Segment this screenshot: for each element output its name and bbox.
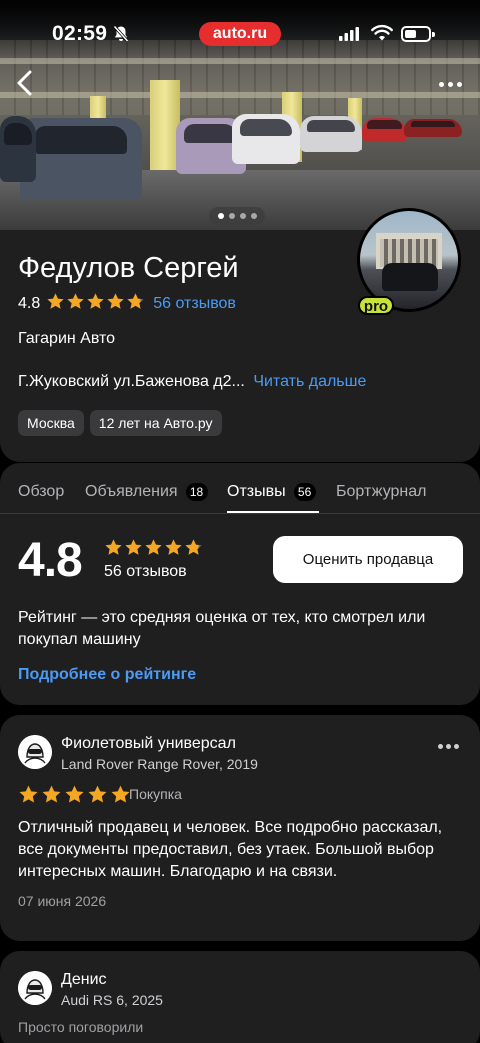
bell-off-icon — [113, 25, 129, 48]
star-icon — [124, 538, 143, 562]
review-author: Фиолетовый универсал — [61, 735, 236, 752]
tab-overview[interactable]: Обзор — [18, 483, 64, 501]
review-card: Фиолетовый универсал Land Rover Range Ro… — [0, 715, 480, 941]
tab-reviews[interactable]: Отзывы 56 — [227, 483, 316, 501]
ceiling-beam — [0, 92, 480, 98]
gallery-pager — [209, 207, 265, 225]
reviews-count: 56 отзывов — [104, 563, 187, 580]
more-icon — [438, 743, 443, 749]
address-text: Г.Жуковский ул.Баженова д2... — [18, 373, 245, 390]
seller-rating-value: 4.8 — [18, 295, 41, 312]
star-icon — [64, 784, 85, 810]
signal-icon — [339, 27, 359, 46]
car-image — [362, 118, 407, 142]
more-icon — [456, 81, 462, 87]
more-icon — [438, 81, 444, 87]
review-car: Land Rover Range Rover, 2019 — [61, 756, 258, 772]
gallery-dot — [217, 213, 224, 219]
more-icon — [446, 743, 451, 749]
rate-seller-button[interactable]: Оценить продавца — [273, 536, 463, 583]
more-button[interactable] — [432, 72, 468, 96]
battery-level — [405, 30, 416, 38]
car-image — [404, 119, 462, 137]
reviews-summary-card: Обзор Объявления 18 Отзывы 56 Бортжурнал… — [0, 463, 480, 705]
rating-description: Рейтинг — это средняя оценка от тех, кто… — [18, 609, 426, 648]
reviews-link[interactable]: 56 отзывов — [153, 295, 236, 313]
tab-count: 18 — [185, 483, 208, 501]
rating-info-link[interactable]: Подробнее о рейтинге — [18, 666, 196, 684]
review-stars — [18, 784, 131, 810]
star-icon — [18, 784, 39, 810]
star-icon — [87, 784, 108, 810]
overall-rating: 4.8 — [18, 534, 83, 587]
review-date: 07 июня 2026 — [18, 893, 107, 909]
review-more-button[interactable] — [438, 741, 462, 751]
seller-chips: Москва 12 лет на Авто.ру — [18, 410, 222, 436]
tab-logbook[interactable]: Бортжурнал — [336, 483, 426, 501]
active-tab-indicator — [227, 511, 319, 513]
tab-label: Отзывы — [227, 483, 286, 500]
gallery-dot — [239, 213, 246, 219]
reviewer-avatar-icon — [18, 735, 52, 769]
tab-listings[interactable]: Объявления 18 — [85, 483, 208, 501]
car-image — [232, 114, 300, 164]
star-icon — [106, 292, 125, 316]
car-image — [0, 116, 36, 182]
seller-name: Федулов Сергей — [18, 252, 239, 284]
battery-icon — [401, 26, 435, 42]
seller-rating: 4.8 56 отзывов — [18, 292, 236, 316]
rating-stars — [104, 538, 203, 562]
address: Г.Жуковский ул.Баженова д2... Читать дал… — [18, 373, 366, 391]
chip-years: 12 лет на Авто.ру — [89, 410, 222, 436]
auto-ru-logo: auto.ru — [199, 22, 281, 46]
chip-city: Москва — [18, 410, 84, 436]
star-icon — [164, 538, 183, 562]
review-status: Просто поговорили — [18, 1019, 144, 1035]
more-icon — [454, 743, 459, 749]
reviewer-avatar-icon — [18, 971, 52, 1005]
gallery-dot — [250, 213, 257, 219]
star-icon — [86, 292, 105, 316]
pro-badge: pro — [358, 296, 394, 315]
gallery-dot — [228, 213, 235, 219]
avatar-image — [360, 211, 458, 309]
company-name: Гагарин Авто — [18, 330, 116, 347]
wifi-icon — [371, 24, 393, 46]
star-icon — [144, 538, 163, 562]
review-author: Денис — [61, 971, 107, 988]
tab-label: Бортжурнал — [336, 483, 427, 500]
star-icon — [126, 292, 145, 316]
tab-label: Объявления — [85, 483, 178, 500]
tab-bar: Обзор Объявления 18 Отзывы 56 Бортжурнал — [0, 463, 480, 514]
review-tag: Покупка — [129, 786, 182, 802]
hero-gallery[interactable]: 02:59 auto.ru — [0, 0, 480, 232]
car-image — [300, 116, 362, 152]
read-more-link[interactable]: Читать дальше — [253, 373, 366, 390]
star-icon — [104, 538, 123, 562]
rating-stars — [46, 292, 145, 316]
avatar-car — [382, 263, 438, 291]
review-card: Денис Audi RS 6, 2025 Просто поговорили — [0, 951, 480, 1043]
more-icon — [447, 81, 453, 87]
star-icon — [66, 292, 85, 316]
star-icon — [110, 784, 131, 810]
back-arrow-icon — [17, 70, 32, 96]
tab-count: 56 — [293, 483, 316, 501]
status-bar: 02:59 auto.ru — [0, 0, 480, 66]
review-car: Audi RS 6, 2025 — [61, 992, 163, 1008]
review-text: Отличный продавец и человек. Все подробн… — [18, 819, 443, 880]
back-button[interactable] — [8, 66, 42, 100]
battery-nub — [432, 32, 435, 37]
star-icon — [41, 784, 62, 810]
car-image — [20, 118, 142, 200]
tab-label: Обзор — [18, 483, 65, 500]
status-time: 02:59 — [52, 22, 108, 45]
star-icon — [184, 538, 203, 562]
star-icon — [46, 292, 65, 316]
